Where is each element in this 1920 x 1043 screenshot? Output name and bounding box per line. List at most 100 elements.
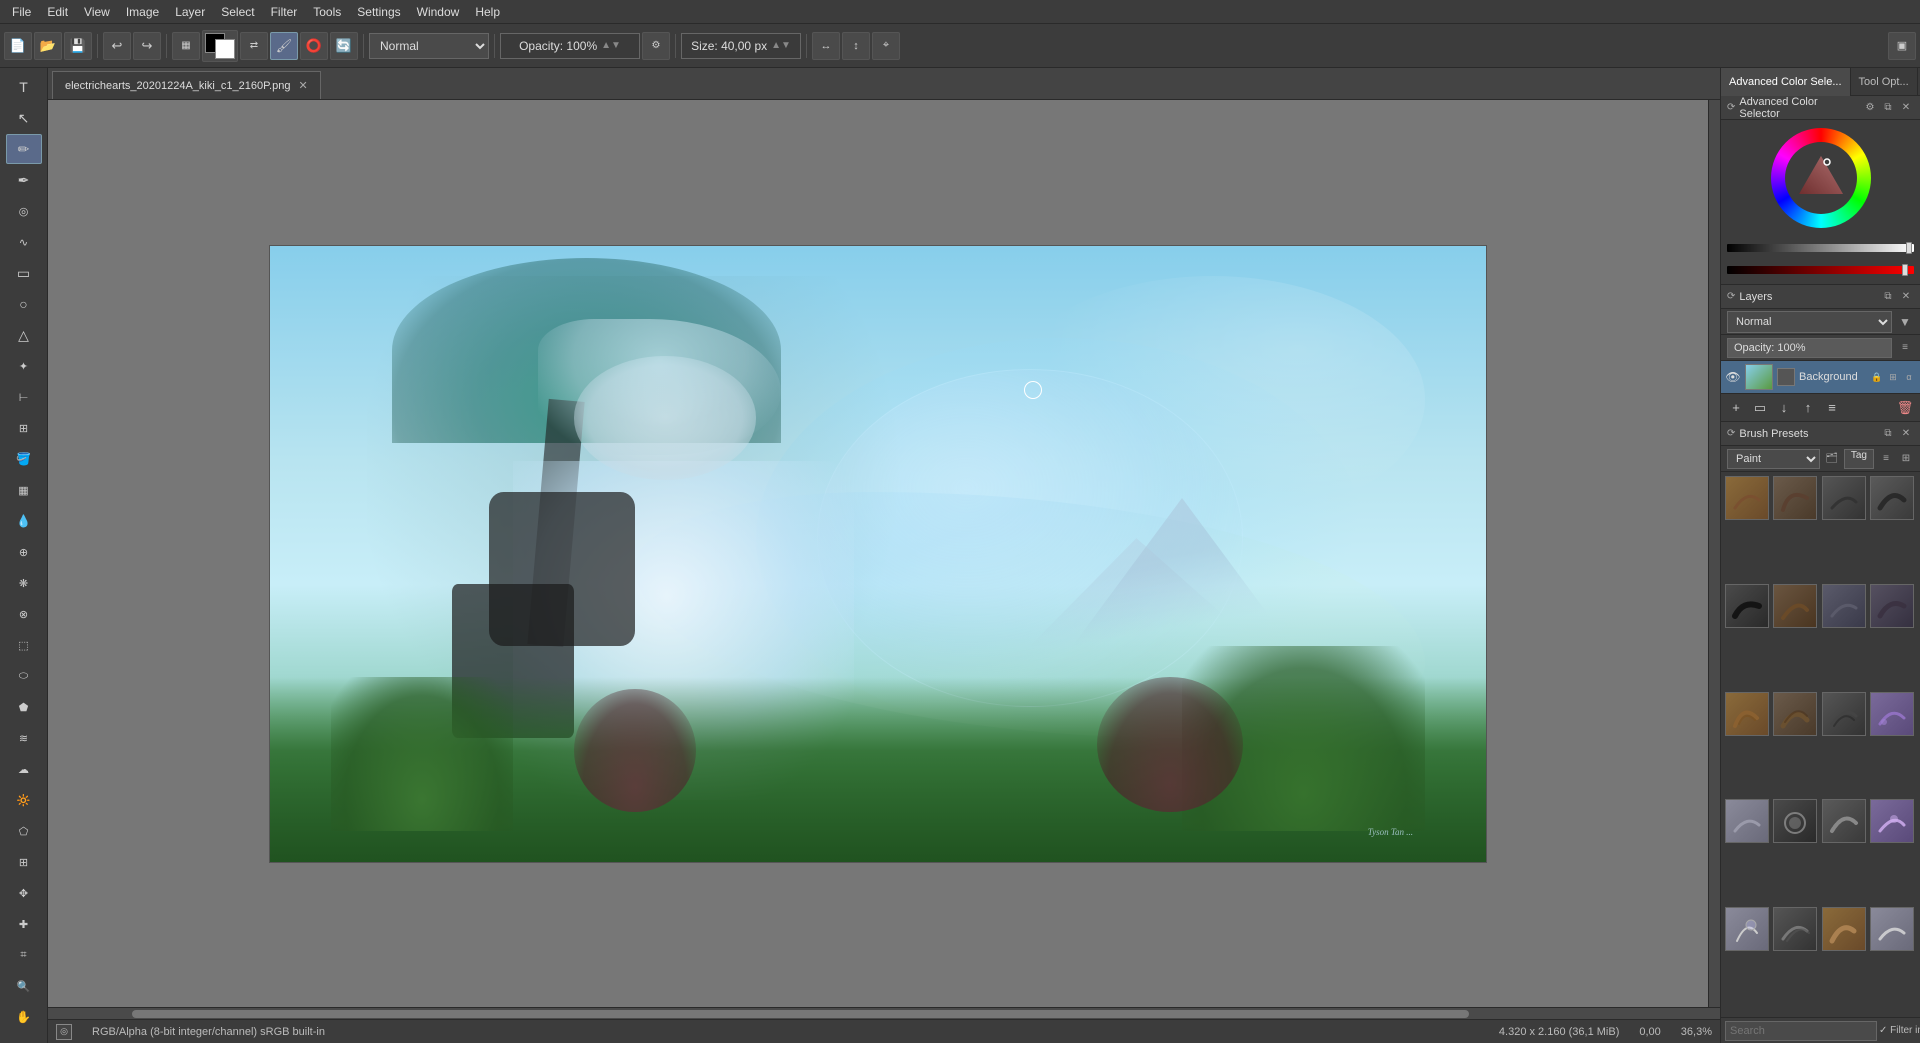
brush-cell-3[interactable] [1822,476,1866,520]
tool-similar-sel[interactable]: 🔆 [6,785,42,815]
tool-poly-sel[interactable]: ⬟ [6,692,42,722]
refresh-btn[interactable]: 🔄 [330,32,358,60]
tool-eyedropper[interactable]: 💧 [6,506,42,536]
tool-clone[interactable]: ❋ [6,568,42,598]
move-up-btn[interactable]: ↑ [1797,397,1819,419]
h-scrollbar-thumb[interactable] [132,1010,1470,1018]
brush-cell-13[interactable] [1725,799,1769,843]
menu-layer[interactable]: Layer [167,3,213,21]
open-button[interactable]: 📂 [34,32,62,60]
grid-btn[interactable]: ▦ [172,32,200,60]
layer-item-background[interactable]: 👁 Background 🔒 ⊞ α [1721,361,1920,393]
canvas-tab[interactable]: electrichearts_20201224A_kiki_c1_2160P.p… [52,71,321,99]
brush-cell-5[interactable] [1725,584,1769,628]
brush-list-view-btn[interactable]: ≡ [1878,450,1894,468]
tool-freehand-sel[interactable]: ≋ [6,723,42,753]
panel-toggle[interactable]: ▣ [1888,32,1916,60]
brush-category-select[interactable]: Paint [1727,449,1820,469]
layer-lock-btn[interactable]: 🔒 [1870,370,1884,384]
tool-ellipse[interactable]: ○ [6,289,42,319]
brush-cell-4[interactable] [1870,476,1914,520]
brush-cell-7[interactable] [1822,584,1866,628]
layers-float-btn[interactable]: ⧉ [1880,289,1896,305]
tool-deform[interactable]: ✥ [6,878,42,908]
brush-cell-20[interactable] [1870,907,1914,951]
brush-cell-8[interactable] [1870,584,1914,628]
tool-brush[interactable]: ✏ [6,134,42,164]
tool-magnetic-sel[interactable]: ⊞ [6,847,42,877]
color-wheel-inner[interactable] [1785,142,1857,214]
brush-cell-2[interactable] [1773,476,1817,520]
tool-contiguous-sel[interactable]: ☁ [6,754,42,784]
tool-path[interactable]: ⊢ [6,382,42,412]
brush-cell-12[interactable] [1870,692,1914,736]
brush-grid-view-btn[interactable]: ⊞ [1898,450,1914,468]
menu-image[interactable]: Image [118,3,167,21]
red-slider[interactable] [1727,266,1914,274]
tool-star[interactable]: ✦ [6,351,42,381]
brush-cell-16[interactable] [1870,799,1914,843]
menu-filter[interactable]: Filter [263,3,306,21]
brush-tool-active[interactable]: 🖌 [270,32,298,60]
layers-filter-btn[interactable]: ▼ [1896,313,1914,331]
brush-search-input[interactable] [1725,1021,1877,1041]
tool-rect[interactable]: ▭ [6,258,42,288]
tab-tool-options[interactable]: Tool Opt... [1851,68,1918,96]
delete-layer-btn[interactable]: 🗑 [1894,397,1916,419]
swap-colors[interactable]: ⇄ [240,32,268,60]
red-slider-thumb[interactable] [1902,264,1908,276]
color-selector-float-btn[interactable]: ⧉ [1880,100,1896,116]
tab-close-button[interactable]: ✕ [298,79,307,92]
tool-crop[interactable]: ⌗ [6,940,42,970]
tool-smear[interactable]: ⊗ [6,599,42,629]
menu-help[interactable]: Help [467,3,508,21]
brush-cell-9[interactable] [1725,692,1769,736]
tool-bezier-sel[interactable]: ⬠ [6,816,42,846]
black-slider-thumb[interactable] [1906,242,1912,254]
tool-move[interactable]: ✚ [6,909,42,939]
brush-category-icon-btn[interactable]: 🗂 [1824,450,1840,468]
layer-options2-btn[interactable]: ≡ [1821,397,1843,419]
add-layer-btn[interactable]: + [1725,397,1747,419]
canvas-viewport[interactable]: Tyson Tan ... [48,100,1708,1007]
tool-pan[interactable]: ✋ [6,1002,42,1032]
brush-cell-10[interactable] [1773,692,1817,736]
undo-button[interactable]: ↩ [103,32,131,60]
layer-alpha-btn[interactable]: α [1902,370,1916,384]
flip-v-btn[interactable]: ↕ [842,32,870,60]
layer-visibility-btn[interactable]: 👁 [1725,369,1741,385]
tool-pointer[interactable]: ↖ [6,103,42,133]
color-selector-config-btn[interactable]: ⚙ [1862,100,1878,116]
menu-file[interactable]: File [4,3,39,21]
menu-view[interactable]: View [76,3,118,21]
erase-btn[interactable]: ⭕ [300,32,328,60]
menu-tools[interactable]: Tools [305,3,349,21]
tool-ink[interactable]: ∿ [6,227,42,257]
redo-button[interactable]: ↪ [133,32,161,60]
color-wheel-area[interactable] [1721,120,1920,236]
layers-close-btn[interactable]: ✕ [1898,289,1914,305]
brush-cell-18[interactable] [1773,907,1817,951]
opacity-options[interactable]: ⚙ [642,32,670,60]
brush-cell-17[interactable] [1725,907,1769,951]
flip-h-btn[interactable]: ↔ [812,32,840,60]
tool-smart-fill[interactable]: ⊕ [6,537,42,567]
layers-blend-select[interactable]: Normal [1727,311,1892,333]
layers-options-btn[interactable]: ≡ [1896,339,1914,357]
tool-rect-sel[interactable]: ⬚ [6,630,42,660]
save-button[interactable]: 💾 [64,32,92,60]
add-group-btn[interactable]: ▭ [1749,397,1771,419]
brush-cell-11[interactable] [1822,692,1866,736]
tool-text[interactable]: T [6,72,42,102]
tool-calligraphy[interactable]: ✒ [6,165,42,195]
color-fg-bg[interactable] [202,30,238,62]
transform-btn[interactable]: ⌖ [872,32,900,60]
tool-edit-path[interactable]: ⊞ [6,413,42,443]
brush-presets-close-btn[interactable]: ✕ [1898,426,1914,442]
black-slider[interactable] [1727,244,1914,252]
tool-airbrush[interactable]: ◎ [6,196,42,226]
brush-cell-6[interactable] [1773,584,1817,628]
opacity-control[interactable]: Opacity: 100% ▲▼ [500,33,640,59]
tool-polygon[interactable]: △ [6,320,42,350]
horizontal-scrollbar[interactable] [48,1007,1720,1019]
